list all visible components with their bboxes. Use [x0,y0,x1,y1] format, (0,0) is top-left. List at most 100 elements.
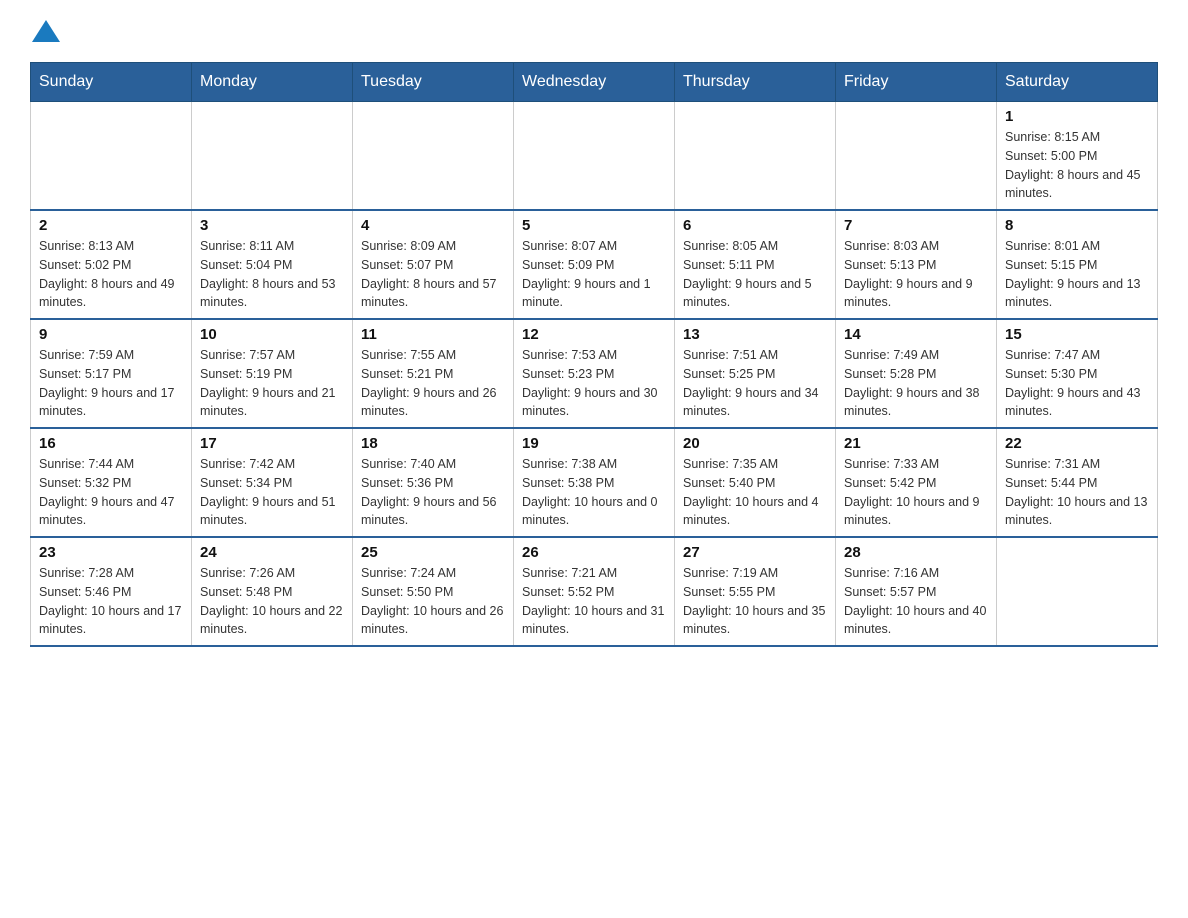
day-number: 14 [844,326,988,343]
week-row-3: 9 Sunrise: 7:59 AMSunset: 5:17 PMDaylight… [31,319,1158,428]
calendar-cell: 6 Sunrise: 8:05 AMSunset: 5:11 PMDaylight… [675,210,836,319]
day-info: Sunrise: 7:42 AMSunset: 5:34 PMDaylight:… [200,455,344,530]
day-number: 1 [1005,108,1149,125]
day-number: 6 [683,217,827,234]
day-info: Sunrise: 8:03 AMSunset: 5:13 PMDaylight:… [844,237,988,312]
calendar-cell [31,102,192,211]
day-info: Sunrise: 7:35 AMSunset: 5:40 PMDaylight:… [683,455,827,530]
day-number: 23 [39,544,183,561]
day-info: Sunrise: 7:28 AMSunset: 5:46 PMDaylight:… [39,564,183,639]
calendar-cell [997,537,1158,646]
logo-triangle-icon [32,20,60,42]
day-info: Sunrise: 8:05 AMSunset: 5:11 PMDaylight:… [683,237,827,312]
header-day-thursday: Thursday [675,63,836,102]
calendar-cell: 24 Sunrise: 7:26 AMSunset: 5:48 PMDayligh… [192,537,353,646]
day-info: Sunrise: 7:57 AMSunset: 5:19 PMDaylight:… [200,346,344,421]
calendar-cell: 5 Sunrise: 8:07 AMSunset: 5:09 PMDaylight… [514,210,675,319]
calendar-cell: 9 Sunrise: 7:59 AMSunset: 5:17 PMDaylight… [31,319,192,428]
day-info: Sunrise: 7:19 AMSunset: 5:55 PMDaylight:… [683,564,827,639]
day-number: 3 [200,217,344,234]
calendar-body: 1 Sunrise: 8:15 AMSunset: 5:00 PMDaylight… [31,102,1158,647]
day-number: 17 [200,435,344,452]
day-number: 7 [844,217,988,234]
calendar-cell [836,102,997,211]
day-number: 21 [844,435,988,452]
calendar-cell: 14 Sunrise: 7:49 AMSunset: 5:28 PMDayligh… [836,319,997,428]
day-info: Sunrise: 8:13 AMSunset: 5:02 PMDaylight:… [39,237,183,312]
calendar-cell: 17 Sunrise: 7:42 AMSunset: 5:34 PMDayligh… [192,428,353,537]
page-header [30,20,1158,42]
day-info: Sunrise: 7:38 AMSunset: 5:38 PMDaylight:… [522,455,666,530]
calendar-cell: 11 Sunrise: 7:55 AMSunset: 5:21 PMDayligh… [353,319,514,428]
day-number: 8 [1005,217,1149,234]
calendar-cell: 26Sunrise: 7:21 AMSunset: 5:52 PMDayligh… [514,537,675,646]
week-row-4: 16 Sunrise: 7:44 AMSunset: 5:32 PMDayligh… [31,428,1158,537]
day-info: Sunrise: 7:49 AMSunset: 5:28 PMDaylight:… [844,346,988,421]
day-number: 15 [1005,326,1149,343]
day-info: Sunrise: 7:47 AMSunset: 5:30 PMDaylight:… [1005,346,1149,421]
calendar-cell: 28 Sunrise: 7:16 AMSunset: 5:57 PMDayligh… [836,537,997,646]
header-row: SundayMondayTuesdayWednesdayThursdayFrid… [31,63,1158,102]
day-number: 12 [522,326,666,343]
day-info: Sunrise: 8:11 AMSunset: 5:04 PMDaylight:… [200,237,344,312]
day-info: Sunrise: 8:07 AMSunset: 5:09 PMDaylight:… [522,237,666,312]
header-day-saturday: Saturday [997,63,1158,102]
calendar-cell: 7 Sunrise: 8:03 AMSunset: 5:13 PMDaylight… [836,210,997,319]
calendar-cell: 25Sunrise: 7:24 AMSunset: 5:50 PMDayligh… [353,537,514,646]
calendar-cell: 8 Sunrise: 8:01 AMSunset: 5:15 PMDaylight… [997,210,1158,319]
calendar-cell: 12 Sunrise: 7:53 AMSunset: 5:23 PMDayligh… [514,319,675,428]
calendar-cell: 4 Sunrise: 8:09 AMSunset: 5:07 PMDaylight… [353,210,514,319]
day-number: 10 [200,326,344,343]
day-info: Sunrise: 7:33 AMSunset: 5:42 PMDaylight:… [844,455,988,530]
day-number: 11 [361,326,505,343]
day-number: 4 [361,217,505,234]
calendar-cell: 21 Sunrise: 7:33 AMSunset: 5:42 PMDayligh… [836,428,997,537]
day-number: 5 [522,217,666,234]
day-number: 18 [361,435,505,452]
week-row-5: 23 Sunrise: 7:28 AMSunset: 5:46 PMDayligh… [31,537,1158,646]
day-info: Sunrise: 8:15 AMSunset: 5:00 PMDaylight:… [1005,128,1149,203]
day-number: 22 [1005,435,1149,452]
calendar-cell: 20 Sunrise: 7:35 AMSunset: 5:40 PMDayligh… [675,428,836,537]
header-day-tuesday: Tuesday [353,63,514,102]
day-info: Sunrise: 7:31 AMSunset: 5:44 PMDaylight:… [1005,455,1149,530]
day-number: 9 [39,326,183,343]
day-info: Sunrise: 7:21 AMSunset: 5:52 PMDaylight:… [522,564,666,639]
logo [30,20,60,42]
calendar-cell: 3 Sunrise: 8:11 AMSunset: 5:04 PMDaylight… [192,210,353,319]
calendar-cell [192,102,353,211]
calendar-cell: 10 Sunrise: 7:57 AMSunset: 5:19 PMDayligh… [192,319,353,428]
calendar-cell: 19 Sunrise: 7:38 AMSunset: 5:38 PMDayligh… [514,428,675,537]
calendar-cell: 22 Sunrise: 7:31 AMSunset: 5:44 PMDayligh… [997,428,1158,537]
day-info: Sunrise: 7:26 AMSunset: 5:48 PMDaylight:… [200,564,344,639]
day-info: Sunrise: 7:44 AMSunset: 5:32 PMDaylight:… [39,455,183,530]
calendar-cell: 27 Sunrise: 7:19 AMSunset: 5:55 PMDayligh… [675,537,836,646]
calendar-cell: 13 Sunrise: 7:51 AMSunset: 5:25 PMDayligh… [675,319,836,428]
day-number: 20 [683,435,827,452]
day-number: 28 [844,544,988,561]
day-number: 25 [361,544,505,561]
calendar-cell: 1 Sunrise: 8:15 AMSunset: 5:00 PMDaylight… [997,102,1158,211]
header-day-monday: Monday [192,63,353,102]
calendar-cell [353,102,514,211]
day-info: Sunrise: 7:51 AMSunset: 5:25 PMDaylight:… [683,346,827,421]
day-number: 13 [683,326,827,343]
calendar-cell: 23 Sunrise: 7:28 AMSunset: 5:46 PMDayligh… [31,537,192,646]
calendar-cell: 18Sunrise: 7:40 AMSunset: 5:36 PMDayligh… [353,428,514,537]
day-number: 16 [39,435,183,452]
day-number: 2 [39,217,183,234]
day-info: Sunrise: 7:16 AMSunset: 5:57 PMDaylight:… [844,564,988,639]
day-info: Sunrise: 7:53 AMSunset: 5:23 PMDaylight:… [522,346,666,421]
day-number: 19 [522,435,666,452]
calendar-cell: 16 Sunrise: 7:44 AMSunset: 5:32 PMDayligh… [31,428,192,537]
day-info: Sunrise: 8:09 AMSunset: 5:07 PMDaylight:… [361,237,505,312]
day-info: Sunrise: 7:59 AMSunset: 5:17 PMDaylight:… [39,346,183,421]
day-info: Sunrise: 8:01 AMSunset: 5:15 PMDaylight:… [1005,237,1149,312]
day-number: 27 [683,544,827,561]
calendar-cell: 2 Sunrise: 8:13 AMSunset: 5:02 PMDaylight… [31,210,192,319]
day-info: Sunrise: 7:55 AMSunset: 5:21 PMDaylight:… [361,346,505,421]
header-day-wednesday: Wednesday [514,63,675,102]
calendar-table: SundayMondayTuesdayWednesdayThursdayFrid… [30,62,1158,647]
week-row-2: 2 Sunrise: 8:13 AMSunset: 5:02 PMDaylight… [31,210,1158,319]
day-number: 24 [200,544,344,561]
